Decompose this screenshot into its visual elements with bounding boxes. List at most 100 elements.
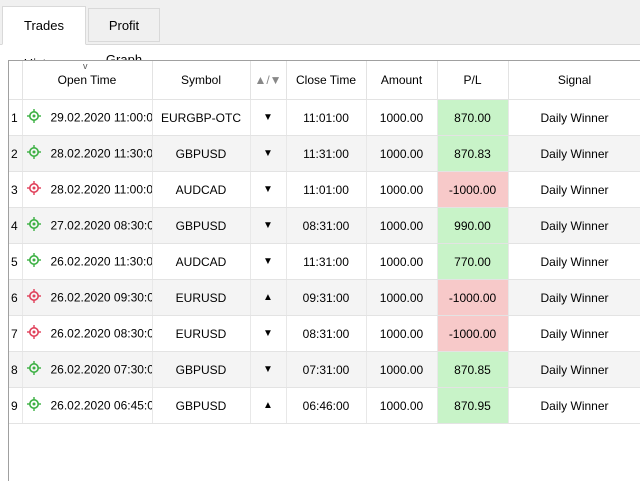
- table-row[interactable]: 1 29.02.2020 11:00:06 EURGBP-OTC ▼ 11:01:00 1…: [9, 99, 640, 136]
- column-header-open-time[interactable]: v Open Time: [22, 61, 153, 100]
- cell-direction: ▲: [250, 279, 287, 316]
- cell-signal: Daily Winner: [508, 171, 640, 208]
- cell-open-time: 26.02.2020 06:45:04: [22, 387, 153, 424]
- column-header-label: Amount: [380, 73, 423, 87]
- cell-open-time: 28.02.2020 11:30:04: [22, 135, 153, 172]
- column-header-direction[interactable]: ▲/▼: [250, 61, 287, 100]
- row-number: 6: [9, 279, 23, 316]
- cell-symbol: GBPUSD: [152, 207, 251, 244]
- table-row[interactable]: 7 26.02.2020 08:30:02 EURUSD ▼ 08:31:00 1000.…: [9, 315, 640, 352]
- open-time-value: 26.02.2020 11:30:04: [50, 254, 152, 269]
- cell-close-time: 08:31:00: [286, 207, 367, 244]
- cell-close-time: 11:01:00: [286, 99, 367, 136]
- column-header-pl[interactable]: P/L: [437, 61, 509, 100]
- cell-symbol: AUDCAD: [152, 243, 251, 280]
- table-row[interactable]: 9 26.02.2020 06:45:04 GBPUSD ▲ 06:46:00 1000.…: [9, 387, 640, 424]
- win-target-icon: [26, 361, 41, 378]
- cell-open-time: 28.02.2020 11:00:06: [22, 171, 153, 208]
- trades-table: v Open Time Symbol ▲/▼ Close Time Amount…: [9, 61, 640, 424]
- cell-amount: 1000.00: [366, 207, 438, 244]
- row-number: 7: [9, 315, 23, 352]
- cell-direction: ▼: [250, 315, 287, 352]
- cell-signal: Daily Winner: [508, 387, 640, 424]
- cell-open-time: 27.02.2020 08:30:02: [22, 207, 153, 244]
- cell-amount: 1000.00: [366, 171, 438, 208]
- column-header-symbol[interactable]: Symbol: [152, 61, 251, 100]
- cell-open-time: 26.02.2020 08:30:02: [22, 315, 153, 352]
- table-row[interactable]: 2 28.02.2020 11:30:04 GBPUSD ▼ 11:31:00 1000.…: [9, 135, 640, 172]
- cell-pl: -1000.00: [437, 315, 509, 352]
- open-time-value: 29.02.2020 11:00:06: [50, 110, 152, 125]
- table-row[interactable]: 3 28.02.2020 11:00:06 AUDCAD ▼ 11:01:00 1000.…: [9, 171, 640, 208]
- trades-table-panel: v Open Time Symbol ▲/▼ Close Time Amount…: [8, 60, 640, 481]
- loss-target-icon: [26, 289, 41, 306]
- cell-amount: 1000.00: [366, 315, 438, 352]
- cell-symbol: EURUSD: [152, 315, 251, 352]
- row-number: 2: [9, 135, 23, 172]
- win-target-icon: [26, 109, 41, 126]
- column-header-close-time[interactable]: Close Time: [286, 61, 367, 100]
- cell-symbol: GBPUSD: [152, 351, 251, 388]
- table-row[interactable]: 4 27.02.2020 08:30:02 GBPUSD ▼ 08:31:00 1000.…: [9, 207, 640, 244]
- cell-close-time: 11:31:00: [286, 135, 367, 172]
- cell-pl: 770.00: [437, 243, 509, 280]
- column-header-signal[interactable]: Signal: [508, 61, 640, 100]
- cell-direction: ▼: [250, 351, 287, 388]
- win-target-icon: [26, 145, 41, 162]
- column-header-label: Signal: [557, 73, 592, 87]
- cell-amount: 1000.00: [366, 279, 438, 316]
- cell-symbol: AUDCAD: [152, 171, 251, 208]
- cell-signal: Daily Winner: [508, 243, 640, 280]
- sort-descending-icon: v: [83, 61, 88, 71]
- open-time-value: 26.02.2020 07:30:02: [50, 362, 152, 377]
- row-number: 9: [9, 387, 23, 424]
- cell-signal: Daily Winner: [508, 135, 640, 172]
- row-number-header: [9, 61, 23, 100]
- row-number: 1: [9, 99, 23, 136]
- column-header-label: Open Time: [57, 73, 117, 87]
- tab-trades-history[interactable]: Trades History: [2, 6, 86, 71]
- table-row[interactable]: 6 26.02.2020 09:30:04 EURUSD ▲ 09:31:00 1000.…: [9, 279, 640, 316]
- cell-pl: -1000.00: [437, 279, 509, 316]
- open-time-value: 28.02.2020 11:00:06: [50, 182, 152, 197]
- column-header-amount[interactable]: Amount: [366, 61, 438, 100]
- table-row[interactable]: 5 26.02.2020 11:30:04 AUDCAD ▼ 11:31:00 1000.…: [9, 243, 640, 280]
- cell-symbol: GBPUSD: [152, 387, 251, 424]
- cell-symbol: EURUSD: [152, 279, 251, 316]
- cell-pl: 870.95: [437, 387, 509, 424]
- cell-direction: ▲: [250, 387, 287, 424]
- open-time-value: 26.02.2020 09:30:04: [50, 290, 152, 305]
- cell-direction: ▼: [250, 207, 287, 244]
- cell-close-time: 11:31:00: [286, 243, 367, 280]
- cell-direction: ▼: [250, 171, 287, 208]
- cell-pl: -1000.00: [437, 171, 509, 208]
- cell-open-time: 29.02.2020 11:00:06: [22, 99, 153, 136]
- loss-target-icon: [26, 325, 41, 342]
- win-target-icon: [26, 397, 41, 414]
- open-time-value: 28.02.2020 11:30:04: [50, 146, 152, 161]
- cell-open-time: 26.02.2020 07:30:02: [22, 351, 153, 388]
- cell-amount: 1000.00: [366, 387, 438, 424]
- cell-close-time: 06:46:00: [286, 387, 367, 424]
- open-time-value: 26.02.2020 06:45:04: [50, 398, 152, 413]
- cell-amount: 1000.00: [366, 351, 438, 388]
- cell-pl: 870.85: [437, 351, 509, 388]
- tab-profit-graph[interactable]: Profit Graph: [88, 8, 160, 67]
- cell-symbol: GBPUSD: [152, 135, 251, 172]
- cell-amount: 1000.00: [366, 99, 438, 136]
- win-target-icon: [26, 253, 41, 270]
- table-row[interactable]: 8 26.02.2020 07:30:02 GBPUSD ▼ 07:31:00 1000.…: [9, 351, 640, 388]
- row-number: 5: [9, 243, 23, 280]
- row-number: 4: [9, 207, 23, 244]
- cell-close-time: 07:31:00: [286, 351, 367, 388]
- cell-signal: Daily Winner: [508, 279, 640, 316]
- column-header-label: P/L: [463, 73, 482, 87]
- cell-direction: ▼: [250, 135, 287, 172]
- cell-close-time: 11:01:00: [286, 171, 367, 208]
- open-time-value: 27.02.2020 08:30:02: [50, 218, 152, 233]
- cell-close-time: 08:31:00: [286, 315, 367, 352]
- cell-open-time: 26.02.2020 09:30:04: [22, 279, 153, 316]
- cell-direction: ▼: [250, 99, 287, 136]
- loss-target-icon: [26, 181, 41, 198]
- table-header-row: v Open Time Symbol ▲/▼ Close Time Amount…: [9, 61, 640, 100]
